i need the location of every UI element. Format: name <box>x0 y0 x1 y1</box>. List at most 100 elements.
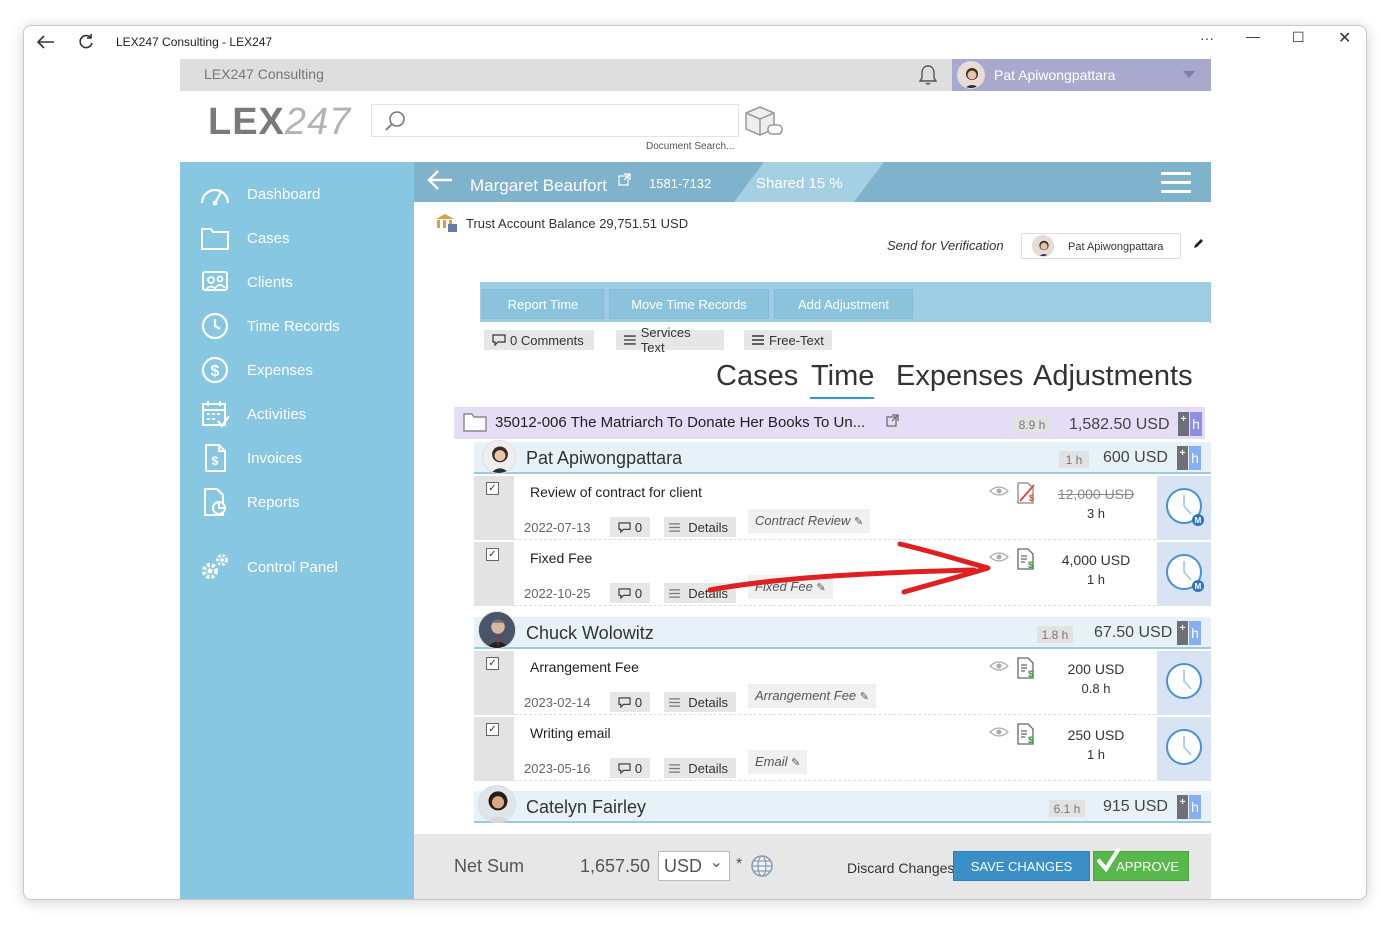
tab-expenses[interactable]: Expenses <box>896 360 1023 393</box>
entry-checkbox[interactable]: ✓ <box>486 657 499 670</box>
close-icon[interactable]: ✕ <box>1338 28 1351 48</box>
case-hours-badge: 8.9 h <box>1014 416 1050 433</box>
shared-badge: Shared 15 % <box>734 162 884 202</box>
eye-icon[interactable] <box>989 659 1011 673</box>
entry-price: 200 USD <box>1067 661 1125 677</box>
client-name[interactable]: Margaret Beaufort <box>470 176 607 196</box>
entry-details-button[interactable]: Details <box>664 758 736 778</box>
annotation-arrow <box>707 541 991 595</box>
sidebar-item-control-panel[interactable]: Control Panel <box>198 549 338 585</box>
trust-balance: Trust Account Balance 29,751.51 USD <box>466 216 689 231</box>
sidebar: Dashboard Cases Clients Time Records $ E… <box>180 162 414 899</box>
bill-icon[interactable]: $ <box>1016 657 1036 684</box>
add-adjustment-button[interactable]: Add Adjustment <box>774 289 913 319</box>
timer-column[interactable]: M <box>1157 542 1211 606</box>
timer-column[interactable]: M <box>1157 476 1211 540</box>
entry-comments-button[interactable]: 0 <box>610 758 650 778</box>
hourly-toggle-icon[interactable]: + h <box>1178 412 1202 436</box>
case-row[interactable]: 35012-006 The Matriarch To Donate Her Bo… <box>454 407 1205 439</box>
eye-icon[interactable] <box>989 484 1011 498</box>
time-entry-row[interactable]: ✓ Arrangement Fee 2023-02-14 0 Details A… <box>474 651 1211 715</box>
discard-changes-button[interactable]: Discard Changes <box>847 860 954 876</box>
entry-details-button[interactable]: Details <box>664 692 736 712</box>
entry-checkbox[interactable]: ✓ <box>486 548 499 561</box>
hourly-toggle-icon[interactable]: + h <box>1177 446 1201 470</box>
entry-description: Review of contract for client <box>530 484 702 500</box>
time-entry-row[interactable]: ✓ Review of contract for client 2022-07-… <box>474 476 1211 540</box>
sidebar-item-expenses[interactable]: $ Expenses <box>198 352 313 388</box>
free-text-chip[interactable]: Free-Text <box>744 330 832 350</box>
minimize-icon[interactable]: — <box>1246 28 1260 44</box>
bell-icon[interactable] <box>916 63 940 87</box>
timer-icon <box>1166 663 1202 699</box>
svg-text:h: h <box>1192 416 1200 432</box>
person-name: Catelyn Fairley <box>526 797 647 817</box>
entry-tag[interactable]: Email ✎ <box>748 750 808 774</box>
sidebar-item-clients[interactable]: Clients <box>198 264 293 300</box>
sidebar-item-time-records[interactable]: Time Records <box>198 308 340 344</box>
package-icon[interactable] <box>742 103 784 144</box>
comments-chip[interactable]: 0 Comments <box>484 330 594 350</box>
move-time-records-button[interactable]: Move Time Records <box>609 289 769 319</box>
entry-hours: 3 h <box>1086 506 1106 521</box>
more-options-icon[interactable]: ··· <box>1200 30 1214 46</box>
app-root: LEX247 Consulting Pat Apiwongpattara LEX… <box>180 59 1211 899</box>
asterisk: * <box>736 856 743 873</box>
entry-comments-button[interactable]: 0 <box>610 583 650 603</box>
no-bill-icon[interactable]: $ <box>1016 482 1036 509</box>
entry-comments-button[interactable]: 0 <box>610 692 650 712</box>
globe-icon[interactable] <box>750 854 774 883</box>
maximize-icon[interactable]: ☐ <box>1292 29 1305 46</box>
firm-name: LEX247 Consulting <box>204 66 324 82</box>
save-changes-button[interactable]: SAVE CHANGES <box>953 851 1090 881</box>
pencil-icon: ✎ <box>791 757 801 769</box>
bill-icon[interactable]: $ <box>1016 548 1036 575</box>
external-link-icon[interactable] <box>618 173 631 191</box>
tab-cases[interactable]: Cases <box>716 360 798 393</box>
person-row[interactable]: Pat Apiwongpattara 1 h 600 USD + h <box>474 440 1211 474</box>
entry-tag[interactable]: Contract Review ✎ <box>748 509 871 533</box>
person-row[interactable]: Chuck Wolowitz 1.8 h 67.50 USD + h <box>474 611 1211 649</box>
svg-text:$: $ <box>212 454 219 468</box>
external-link-icon[interactable] <box>886 414 899 432</box>
hourly-toggle-icon[interactable]: + h <box>1177 621 1201 645</box>
eye-icon[interactable] <box>989 725 1011 739</box>
entry-checkbox[interactable]: ✓ <box>486 482 499 495</box>
services-text-chip[interactable]: Services Text <box>616 325 724 355</box>
pencil-icon[interactable] <box>1192 237 1204 255</box>
comment-icon <box>618 521 631 533</box>
back-arrow-icon[interactable] <box>36 32 56 52</box>
search-input[interactable] <box>371 104 739 137</box>
report-time-button[interactable]: Report Time <box>482 289 604 319</box>
currency-select[interactable]: USD <box>658 851 730 881</box>
entry-comments-button[interactable]: 0 <box>610 517 650 537</box>
svg-text:+: + <box>1181 414 1187 425</box>
verifier-field[interactable]: Pat Apiwongpattara <box>1021 233 1181 259</box>
refresh-icon[interactable] <box>76 32 96 52</box>
sidebar-item-cases[interactable]: Cases <box>198 220 290 256</box>
timer-column[interactable] <box>1157 717 1211 781</box>
sidebar-item-dashboard[interactable]: Dashboard <box>198 176 320 212</box>
entry-description: Fixed Fee <box>530 550 593 566</box>
entry-tag[interactable]: Arrangement Fee ✎ <box>748 684 877 708</box>
person-row[interactable]: Catelyn Fairley 6.1 h 915 USD + h <box>474 785 1211 823</box>
timer-column[interactable] <box>1157 651 1211 715</box>
time-entry-row[interactable]: ✓ Writing email 2023-05-16 0 Details Ema… <box>474 717 1211 781</box>
sidebar-item-activities[interactable]: Activities <box>198 396 306 432</box>
user-menu[interactable]: Pat Apiwongpattara <box>952 59 1211 91</box>
dollar-icon: $ <box>198 353 232 387</box>
hourly-toggle-icon[interactable]: + h <box>1177 795 1201 819</box>
tab-time[interactable]: Time <box>811 360 874 393</box>
tab-adjustments[interactable]: Adjustments <box>1033 360 1193 393</box>
person-name: Pat Apiwongpattara <box>526 448 683 468</box>
entry-checkbox[interactable]: ✓ <box>486 723 499 736</box>
hamburger-menu-icon[interactable] <box>1161 172 1191 199</box>
folder-icon <box>463 412 487 437</box>
approve-button[interactable]: APPROVE <box>1093 848 1189 881</box>
sidebar-item-invoices[interactable]: $ Invoices <box>198 440 302 476</box>
entry-hours: 1 h <box>1086 572 1106 587</box>
bill-icon[interactable]: $ <box>1016 723 1036 750</box>
sidebar-item-reports[interactable]: Reports <box>198 484 300 520</box>
svg-text:h: h <box>1191 799 1199 815</box>
back-arrow-icon[interactable] <box>426 168 454 199</box>
